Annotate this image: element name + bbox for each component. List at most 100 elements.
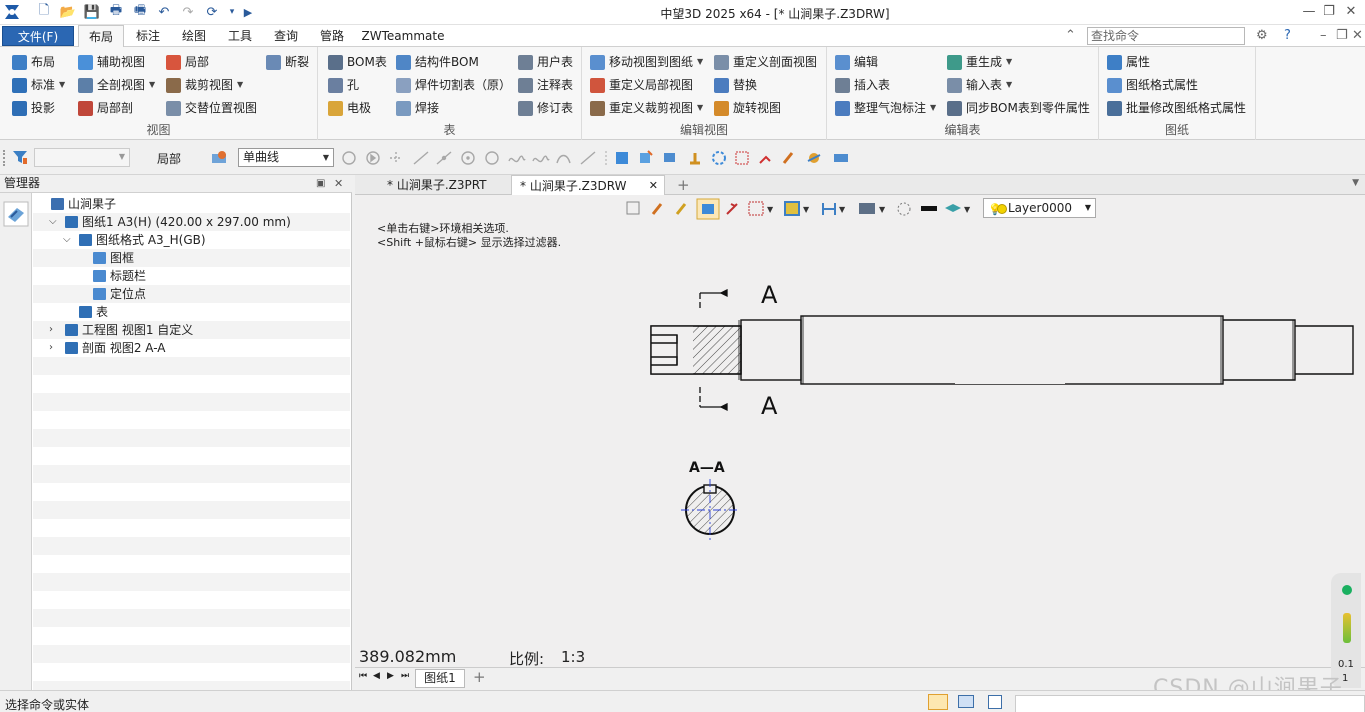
tree-item[interactable]: 图框 xyxy=(33,249,350,267)
first-sheet-icon[interactable]: ⏮ xyxy=(359,671,367,681)
hole-table-button[interactable]: 孔 xyxy=(328,75,359,95)
tab-list-dropdown-icon[interactable]: ▼ xyxy=(1352,178,1359,188)
break-view-button[interactable]: 断裂 xyxy=(266,52,309,72)
minimize-icon[interactable]: — xyxy=(1300,3,1318,21)
hole-table-icon xyxy=(328,77,343,93)
tab-draw[interactable]: 绘图 xyxy=(174,25,214,47)
crop-view-button[interactable]: 裁剪视图 ▼ xyxy=(166,75,243,95)
standard-view-button[interactable]: 标准 ▼ xyxy=(12,75,65,95)
replace-button[interactable]: 替换 xyxy=(714,75,757,95)
sync-bom-button[interactable]: 同步BOM表到零件属性 xyxy=(947,98,1090,118)
alternate-position-view-button[interactable]: 交替位置视图 xyxy=(166,98,257,118)
local-section-button[interactable]: 局部剖 xyxy=(78,98,133,118)
help-icon[interactable]: ? xyxy=(1284,28,1291,43)
arrange-balloons-button[interactable]: 整理气泡标注 ▼ xyxy=(835,98,936,118)
auxiliary-view-button[interactable]: 辅助视图 xyxy=(78,52,145,72)
move-view-to-sheet-button[interactable]: 移动视图到图纸 ▼ xyxy=(590,52,703,72)
revision-table-button[interactable]: 修订表 xyxy=(518,98,573,118)
annotation-table-button[interactable]: 注释表 xyxy=(518,75,573,95)
status-bar: 选择命令或实体 xyxy=(0,690,1365,712)
rotate-view-button[interactable]: 旋转视图 xyxy=(714,98,781,118)
doc-minimize-icon[interactable]: – xyxy=(1320,28,1327,43)
tab-close-icon[interactable]: ✕ xyxy=(649,176,658,196)
full-section-view-button[interactable]: 全剖视图 ▼ xyxy=(78,75,155,95)
tree-empty-row xyxy=(33,519,350,537)
view-tools-strip[interactable] xyxy=(612,149,852,167)
ribbon-group-view: 布局 辅助视图 局部 断裂 标准 ▼ 全剖视图 ▼ 裁剪视图 ▼ 投影 局部剖 交替位… xyxy=(0,47,318,140)
detail-view-button[interactable]: 局部 xyxy=(166,52,209,72)
panel-close-icon[interactable]: ✕ xyxy=(334,175,343,192)
tab-query[interactable]: 查询 xyxy=(266,25,306,47)
sheet-format-properties-button[interactable]: 图纸格式属性 xyxy=(1107,75,1198,95)
doc-tab-part[interactable]: * 山涧果子.Z3PRT xyxy=(379,175,495,195)
chevron-down-icon[interactable]: ⌵ xyxy=(49,213,57,231)
drawing-view[interactable]: A A A—A xyxy=(355,195,1365,667)
tab-layout[interactable]: 布局 xyxy=(78,25,124,47)
tree-item[interactable]: ⌵ 图纸格式 A3_H(GB) xyxy=(33,231,350,249)
batch-modify-format-button[interactable]: 批量修改图纸格式属性 xyxy=(1107,98,1246,118)
canvas-toolbar[interactable]: ▼ ▼ ▼ ▼ ▼ xyxy=(623,198,983,220)
layout-button[interactable]: 布局 xyxy=(12,52,55,72)
next-sheet-icon[interactable]: ▶ xyxy=(387,671,394,681)
structure-bom-button[interactable]: 结构件BOM xyxy=(396,52,479,72)
settings-gear-icon[interactable]: ⚙ xyxy=(1256,28,1268,43)
tree-empty-row xyxy=(33,393,350,411)
drawing-manager-tab-icon[interactable] xyxy=(3,201,29,227)
curve-selection-dropdown[interactable]: 单曲线 ▼ xyxy=(238,148,334,167)
tab-annotate[interactable]: 标注 xyxy=(128,25,168,47)
tree-item[interactable]: 山涧果子 xyxy=(33,195,350,213)
last-sheet-icon[interactable]: ⏭ xyxy=(401,671,409,681)
projection-button[interactable]: 投影 xyxy=(12,98,55,118)
regenerate-table-button[interactable]: 重生成 ▼ xyxy=(947,52,1012,72)
chevron-right-icon[interactable]: › xyxy=(49,321,53,339)
import-table-button[interactable]: 输入表 ▼ xyxy=(947,75,1012,95)
sketch-tools-strip[interactable] xyxy=(340,149,620,167)
electrode-table-button[interactable]: 电极 xyxy=(328,98,371,118)
edit-table-button[interactable]: 编辑 xyxy=(835,52,878,72)
pin-icon[interactable]: ▣ xyxy=(316,175,325,192)
tab-zwteammate[interactable]: ZWTeammate xyxy=(360,25,446,47)
tree-item[interactable]: ⌵ 图纸1 A3(H) (420.00 x 297.00 mm) xyxy=(33,213,350,231)
doc-close-icon[interactable]: ✕ xyxy=(1352,28,1363,43)
pick-filter-icon[interactable] xyxy=(211,150,227,166)
filter-icon[interactable] xyxy=(12,149,28,165)
batch-modify-icon xyxy=(1107,100,1122,116)
tree-item[interactable]: › 剖面 视图2 A-A xyxy=(33,339,350,357)
bom-table-button[interactable]: BOM表 xyxy=(328,52,387,72)
prev-sheet-icon[interactable]: ◀ xyxy=(373,671,380,681)
command-search-input[interactable]: 查找命令 xyxy=(1087,27,1245,45)
command-line-input[interactable] xyxy=(1015,695,1365,712)
layer-dropdown[interactable]: 💡 Layer0000 ▼ xyxy=(983,198,1096,218)
weld-table-button[interactable]: 焊接 xyxy=(396,98,439,118)
collapse-ribbon-icon[interactable]: ⌃ xyxy=(1065,28,1076,43)
file-menu-button[interactable]: 文件(F) xyxy=(2,26,74,46)
redefine-detail-view-button[interactable]: 重定义局部视图 xyxy=(590,75,693,95)
filter-dropdown[interactable]: ▼ xyxy=(34,148,130,167)
chevron-down-icon[interactable]: ⌵ xyxy=(63,231,71,249)
doc-tab-drawing[interactable]: * 山涧果子.Z3DRW ✕ xyxy=(511,175,665,195)
tab-piping[interactable]: 管路 xyxy=(312,25,352,47)
drawing-canvas[interactable]: A A A—A <单击右键>环境相关选项. <Shift +鼠标右键> 显示选择过… xyxy=(355,195,1365,668)
sheet-format-icon xyxy=(1107,77,1122,93)
doc-restore-icon[interactable]: ❐ xyxy=(1336,28,1348,43)
tab-tools[interactable]: 工具 xyxy=(220,25,260,47)
monitor-icon[interactable] xyxy=(958,695,974,708)
tree-item[interactable]: › 工程图 视图1 自定义 xyxy=(33,321,350,339)
close-icon[interactable]: ✕ xyxy=(1342,3,1360,21)
redefine-crop-view-button[interactable]: 重定义裁剪视图 ▼ xyxy=(590,98,703,118)
redefine-section-view-button[interactable]: 重定义剖面视图 xyxy=(714,52,817,72)
chevron-right-icon[interactable]: › xyxy=(49,339,53,357)
sheet-tab-1[interactable]: 图纸1 xyxy=(415,669,465,688)
add-sheet-plus-icon[interactable]: + xyxy=(473,668,486,686)
tree-item[interactable]: 定位点 xyxy=(33,285,350,303)
restore-icon[interactable]: ❐ xyxy=(1320,3,1338,21)
tree-item[interactable]: 表 xyxy=(33,303,350,321)
insert-table-button[interactable]: 插入表 xyxy=(835,75,890,95)
tree-item[interactable]: 标题栏 xyxy=(33,267,350,285)
weld-cut-table-button[interactable]: 焊件切割表（原） xyxy=(396,75,511,95)
status-mode-icon[interactable] xyxy=(928,694,948,710)
user-table-button[interactable]: 用户表 xyxy=(518,52,573,72)
document-icon[interactable] xyxy=(988,695,1002,709)
sheet-properties-button[interactable]: 属性 xyxy=(1107,52,1150,72)
new-tab-plus-icon[interactable]: + xyxy=(677,176,690,194)
